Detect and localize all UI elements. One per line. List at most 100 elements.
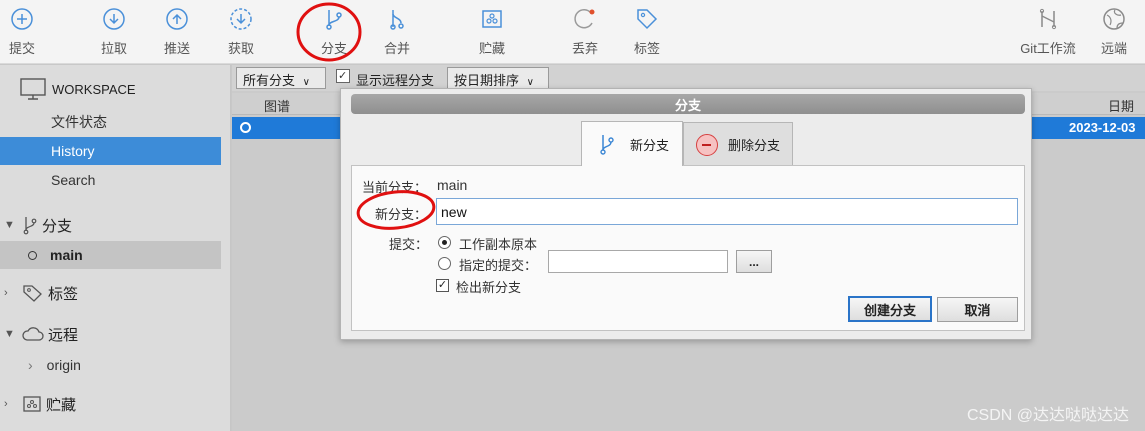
remote-origin-label: origin bbox=[46, 357, 81, 373]
discard-label: 丢弃 bbox=[571, 41, 598, 56]
discard-icon bbox=[574, 9, 595, 29]
branch-icon bbox=[326, 10, 342, 30]
branch-icon bbox=[600, 135, 614, 155]
row-date: 2023-12-03 bbox=[1069, 120, 1136, 135]
chevron-right-icon: › bbox=[28, 357, 33, 373]
git-flow-label: Git工作流 bbox=[1020, 41, 1076, 56]
stash-box-icon bbox=[482, 10, 502, 28]
tag-label: 标签 bbox=[633, 41, 660, 56]
commit-button[interactable]: 提交 bbox=[0, 4, 52, 60]
working-copy-radio[interactable] bbox=[438, 236, 451, 249]
current-branch-label: 当前分支： bbox=[362, 180, 428, 195]
workspace-header: WORKSPACE bbox=[0, 75, 221, 103]
remote-button[interactable]: 远端 bbox=[1084, 4, 1144, 60]
merge-icon bbox=[390, 10, 404, 30]
show-remote-label: 显示远程分支 bbox=[356, 73, 435, 88]
branch-label: 分支 bbox=[320, 41, 347, 56]
tab-delete-branch[interactable]: 删除分支 bbox=[683, 122, 793, 166]
branches-label: 分支 bbox=[42, 217, 73, 235]
new-branch-label: 新分支： bbox=[375, 207, 428, 222]
tag-icon bbox=[23, 285, 42, 302]
push-button[interactable]: 推送 bbox=[147, 4, 207, 60]
arrow-down-circle-icon bbox=[103, 8, 125, 30]
cancel-button[interactable]: 取消 bbox=[937, 297, 1018, 322]
stashes-label: 贮藏 bbox=[46, 396, 77, 414]
plus-circle-icon bbox=[11, 8, 33, 30]
checkout-checkbox[interactable]: ✓ bbox=[436, 279, 449, 292]
push-label: 推送 bbox=[163, 41, 190, 56]
show-remote-checkbox[interactable]: ✓ bbox=[336, 69, 350, 83]
chevron-down-icon: ▼ bbox=[4, 219, 15, 231]
sidebar-item-history[interactable]: History bbox=[0, 137, 221, 165]
fetch-button[interactable]: 获取 bbox=[211, 4, 271, 60]
sidebar-section-tags[interactable]: › 标签 bbox=[0, 279, 221, 307]
discard-button[interactable]: 丢弃 bbox=[555, 4, 615, 60]
current-branch-dot-icon bbox=[28, 250, 37, 260]
branch-filter-value: 所有分支 bbox=[243, 73, 296, 88]
remotes-label: 远程 bbox=[48, 326, 79, 344]
sidebar-item-remote-origin[interactable]: › origin bbox=[0, 351, 221, 379]
branch-icon bbox=[23, 217, 37, 235]
chevron-down-icon: ∨ bbox=[302, 77, 310, 88]
stash-button[interactable]: 贮藏 bbox=[462, 4, 522, 60]
specified-commit-radio[interactable] bbox=[438, 257, 451, 270]
specified-commit-label: 指定的提交： bbox=[459, 258, 538, 273]
watermark: CSDN @达达哒哒达达 bbox=[966, 407, 1129, 424]
pull-button[interactable]: 拉取 bbox=[84, 4, 144, 60]
cloud-icon bbox=[22, 327, 44, 341]
stash-box-icon bbox=[23, 396, 41, 412]
col-graph[interactable]: 图谱 bbox=[264, 96, 290, 115]
branch-main-label: main bbox=[50, 247, 83, 263]
sidebar-item-branch-main[interactable]: main bbox=[0, 241, 221, 269]
checkout-label: 检出新分支 bbox=[456, 280, 522, 295]
sidebar-item-file-status[interactable]: 文件状态 bbox=[0, 108, 221, 136]
sidebar-section-stashes[interactable]: › 贮藏 bbox=[0, 390, 221, 418]
sidebar-section-remotes[interactable]: ▼ 远程 bbox=[0, 320, 221, 348]
toolbar: 提交 拉取 推送 获取 分支 合并 贮藏 丢弃 标签 Git工作流 远端 bbox=[0, 0, 1145, 64]
browse-button[interactable]: ... bbox=[736, 250, 772, 273]
branch-button[interactable]: 分支 bbox=[304, 4, 364, 60]
fetch-label: 获取 bbox=[227, 41, 254, 56]
branch-filter-dropdown[interactable]: 所有分支 ∨ bbox=[236, 67, 326, 89]
sidebar-item-search[interactable]: Search bbox=[0, 166, 221, 194]
sidebar-section-branches[interactable]: ▼ 分支 bbox=[0, 211, 221, 239]
specified-commit-input[interactable] bbox=[548, 250, 728, 273]
commit-node-icon bbox=[240, 122, 251, 133]
monitor-icon bbox=[20, 78, 46, 100]
tag-icon bbox=[637, 9, 658, 30]
merge-label: 合并 bbox=[383, 41, 410, 56]
file-status-label: 文件状态 bbox=[51, 114, 107, 130]
dialog-title: 分支 bbox=[351, 94, 1025, 114]
tab-delete-branch-label: 删除分支 bbox=[728, 138, 781, 153]
tag-button[interactable]: 标签 bbox=[617, 4, 677, 60]
col-date[interactable]: 日期 bbox=[1108, 96, 1134, 115]
current-branch-value: main bbox=[437, 177, 468, 193]
chevron-down-icon: ∨ bbox=[526, 77, 534, 88]
chevron-right-icon: › bbox=[4, 287, 8, 299]
minus-circle-icon bbox=[696, 133, 718, 156]
chevron-down-icon: ▼ bbox=[4, 328, 15, 340]
git-flow-button[interactable]: Git工作流 bbox=[1015, 4, 1081, 60]
globe-icon bbox=[1103, 8, 1125, 30]
dialog-body: 当前分支： main 新分支： 提交： 工作副本原本 指定的提交： ... ✓ … bbox=[351, 165, 1025, 331]
workspace-label: WORKSPACE bbox=[52, 81, 136, 97]
arrow-up-circle-icon bbox=[166, 8, 188, 30]
working-copy-label: 工作副本原本 bbox=[459, 237, 538, 252]
create-branch-button[interactable]: 创建分支 bbox=[848, 296, 932, 322]
search-label: Search bbox=[51, 172, 96, 188]
new-branch-input[interactable] bbox=[436, 198, 1018, 225]
chevron-right-icon: › bbox=[4, 398, 8, 410]
sort-dropdown[interactable]: 按日期排序 ∨ bbox=[447, 67, 549, 89]
tab-new-branch-label: 新分支 bbox=[630, 137, 670, 153]
stash-label: 贮藏 bbox=[478, 41, 505, 56]
tags-label: 标签 bbox=[48, 285, 79, 303]
git-flow-icon bbox=[1039, 8, 1057, 30]
sidebar: WORKSPACE 文件状态 History Search ▼ 分支 main … bbox=[0, 65, 231, 431]
history-label: History bbox=[51, 143, 95, 159]
commit-label: 提交： bbox=[389, 237, 429, 252]
branch-dialog: 分支 新分支 删除分支 当前分支： main 新分支： 提交： 工作副本原本 指… bbox=[340, 88, 1032, 340]
merge-button[interactable]: 合并 bbox=[367, 4, 427, 60]
commit-label: 提交 bbox=[8, 41, 35, 56]
tab-new-branch[interactable]: 新分支 bbox=[581, 121, 683, 166]
remote-label: 远端 bbox=[1100, 41, 1127, 56]
